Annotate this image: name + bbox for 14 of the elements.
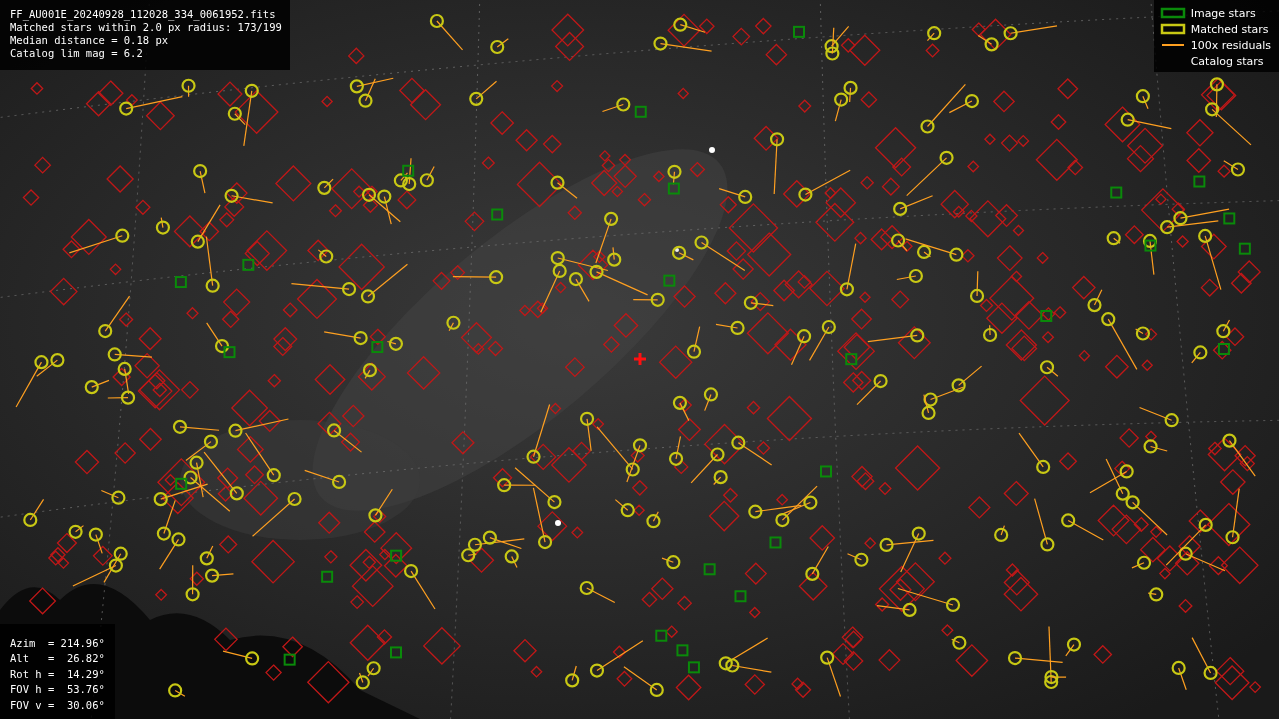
legend-label: Matched stars (1190, 22, 1269, 36)
pointing-text: FOV v = 30.06° (10, 697, 105, 713)
pointing-text: Azim = 214.96° (10, 635, 105, 651)
pointing-text: Alt = 26.82° (10, 651, 105, 666)
legend-label: 100x residuals (1190, 38, 1271, 52)
legend-label: Image stars (1190, 6, 1256, 20)
legend-label: Catalog stars (1190, 54, 1264, 68)
info-text: FF_AU001E_20240928_112028_334_0061952.fits (10, 8, 276, 21)
info-text: Median distance = 0.18 px (10, 34, 169, 47)
info-text: Catalog lim mag = 6.2 (10, 47, 143, 60)
pointing-text: Rot h = 14.29° (10, 666, 105, 682)
info-text: Matched stars within 2.0 px radius: 173/199 (10, 21, 282, 34)
center-cross-icon (632, 351, 648, 367)
pointing-text: FOV h = 53.76° (10, 682, 105, 697)
